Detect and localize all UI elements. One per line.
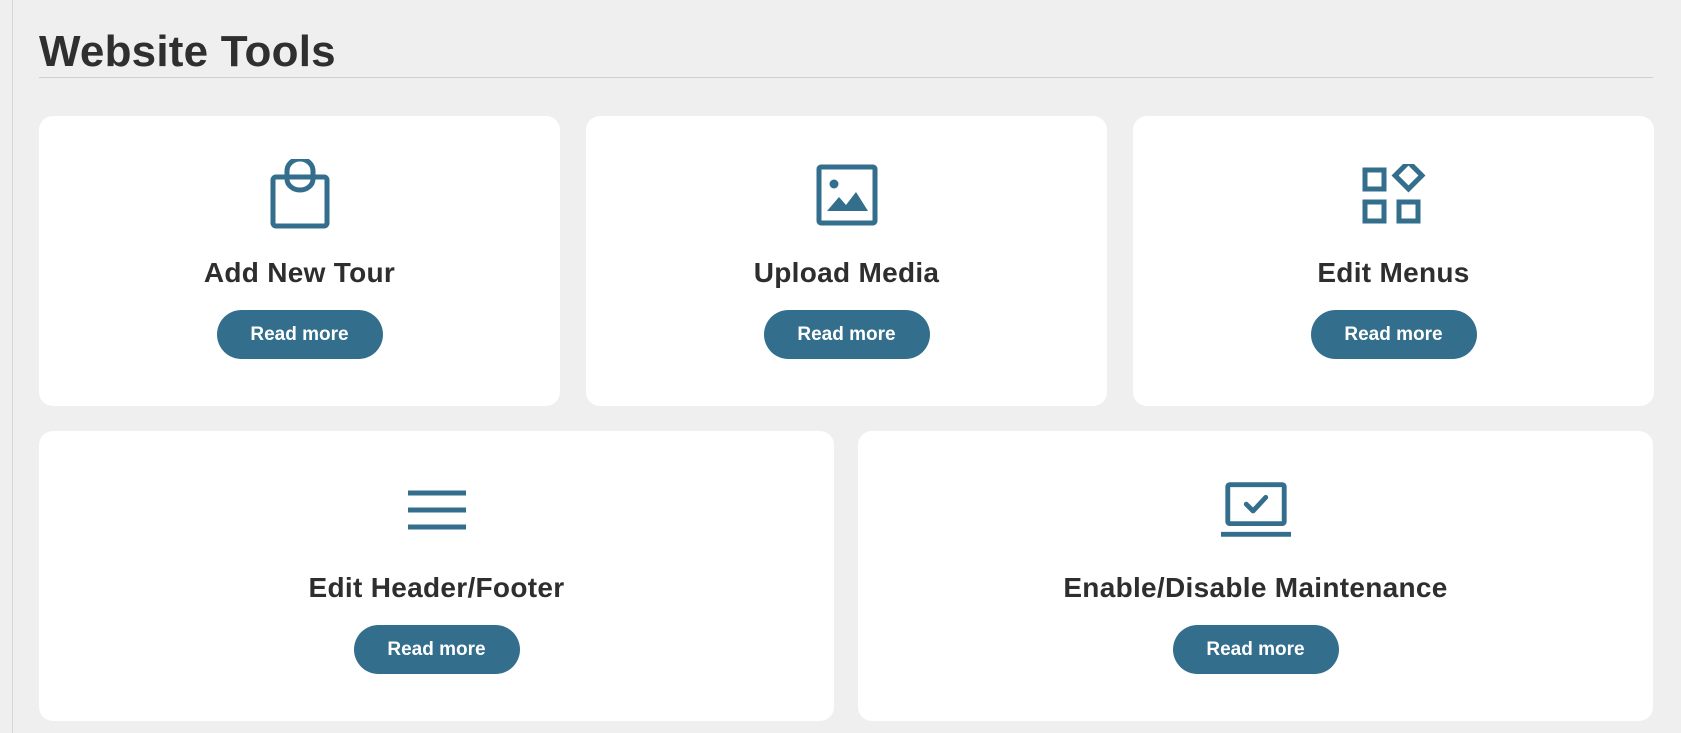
shopping-bag-icon	[264, 159, 336, 231]
laptop-check-icon	[1220, 474, 1292, 546]
tools-grid-bottom: Edit Header/Footer Read more Enable/Disa…	[39, 431, 1653, 721]
read-more-button[interactable]: Read more	[1172, 625, 1339, 674]
tool-card-title: Edit Menus	[1317, 257, 1470, 288]
tool-card-edit-menus: Edit Menus Read more	[1133, 116, 1654, 406]
left-border	[12, 0, 13, 733]
read-more-button[interactable]: Read more	[763, 310, 930, 359]
apps-grid-icon	[1358, 159, 1430, 231]
read-more-button[interactable]: Read more	[1310, 310, 1477, 359]
tool-card-add-new-tour: Add New Tour Read more	[39, 116, 560, 406]
tool-card-edit-header-footer: Edit Header/Footer Read more	[39, 431, 834, 721]
tool-card-title: Upload Media	[753, 257, 940, 288]
title-divider	[39, 77, 1653, 78]
image-icon	[811, 159, 883, 231]
page-title: Website Tools	[39, 27, 336, 76]
tools-grid-top: Add New Tour Read more Upload Media Read…	[39, 116, 1654, 406]
website-tools-page: Website Tools Add New Tour Read more Upl…	[39, 0, 1654, 721]
read-more-button[interactable]: Read more	[353, 625, 520, 674]
tool-card-title: Add New Tour	[203, 257, 396, 288]
tool-card-enable-disable-maintenance: Enable/Disable Maintenance Read more	[858, 431, 1653, 721]
tool-card-title: Enable/Disable Maintenance	[1063, 572, 1448, 603]
read-more-button[interactable]: Read more	[216, 310, 383, 359]
menu-lines-icon	[401, 474, 473, 546]
tool-card-upload-media: Upload Media Read more	[586, 116, 1107, 406]
tool-card-title: Edit Header/Footer	[308, 572, 565, 603]
